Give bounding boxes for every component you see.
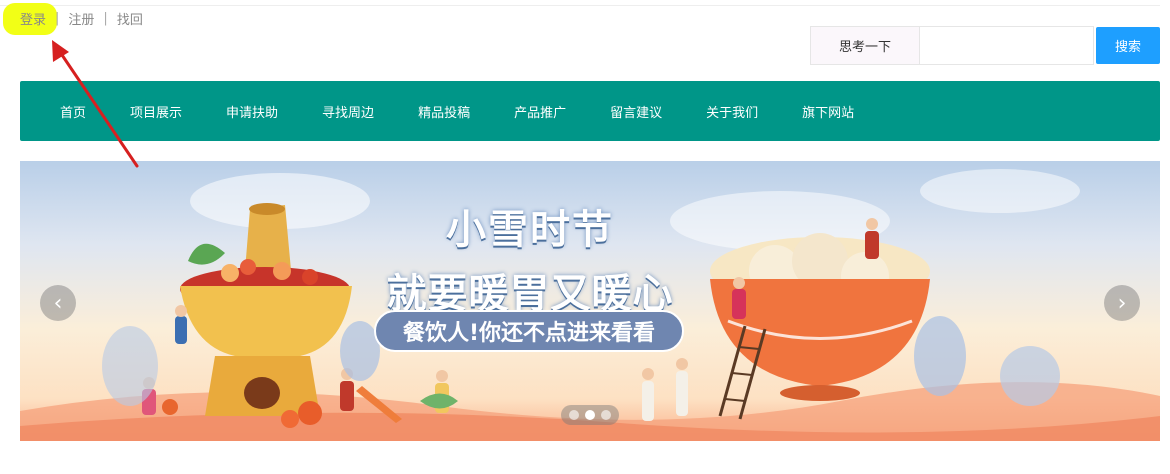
nav-item-home[interactable]: 首页 xyxy=(60,102,86,121)
banner-subline: 餐饮人!你还不点进来看看 xyxy=(374,310,684,352)
search-box: 思考一下 搜索 xyxy=(810,26,1160,65)
nav-item-apply-aid[interactable]: 申请扶助 xyxy=(226,102,278,121)
login-link[interactable]: 登录 xyxy=(20,9,46,28)
banner-headline: 小雪时节 就要暖胃又暖心 xyxy=(370,197,690,319)
main-nav: 首页 项目展示 申请扶助 寻找周边 精品投稿 产品推广 留言建议 关于我们 旗下… xyxy=(20,81,1160,141)
recover-link[interactable]: 找回 xyxy=(117,9,143,28)
banner-headline-line1: 小雪时节 xyxy=(446,207,614,253)
top-divider xyxy=(0,5,1160,6)
nav-item-submissions[interactable]: 精品投稿 xyxy=(418,102,470,121)
nav-item-sites[interactable]: 旗下网站 xyxy=(802,102,854,121)
nav-item-projects[interactable]: 项目展示 xyxy=(130,102,182,121)
nav-item-nearby[interactable]: 寻找周边 xyxy=(322,102,374,121)
chevron-left-icon: ‹ xyxy=(53,290,63,316)
carousel-prev-button[interactable]: ‹ xyxy=(40,285,76,321)
chevron-right-icon: › xyxy=(1117,290,1127,316)
separator: | xyxy=(55,11,60,26)
nav-item-feedback[interactable]: 留言建议 xyxy=(610,102,662,121)
carousel-dot-1[interactable] xyxy=(569,410,579,420)
register-link[interactable]: 注册 xyxy=(68,9,94,28)
carousel-banner[interactable]: 小雪时节 就要暖胃又暖心 餐饮人!你还不点进来看看 ‹ › xyxy=(20,161,1160,441)
search-label: 思考一下 xyxy=(810,26,920,65)
carousel-dot-3[interactable] xyxy=(601,410,611,420)
separator: | xyxy=(103,11,108,26)
nav-item-promotion[interactable]: 产品推广 xyxy=(514,102,566,121)
carousel-next-button[interactable]: › xyxy=(1104,285,1140,321)
search-button[interactable]: 搜索 xyxy=(1096,27,1160,64)
nav-item-about[interactable]: 关于我们 xyxy=(706,102,758,121)
search-input[interactable] xyxy=(920,26,1094,65)
carousel-indicators xyxy=(561,405,619,425)
carousel-dot-2[interactable] xyxy=(585,410,595,420)
account-links: 登录 | 注册 | 找回 xyxy=(20,9,143,28)
